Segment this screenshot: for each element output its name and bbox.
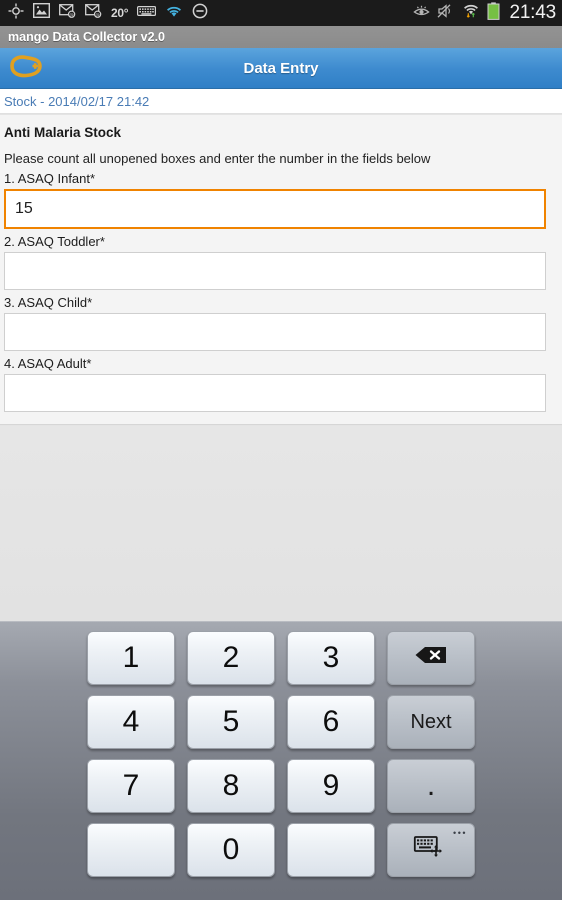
- email-attachment-icon: @: [85, 3, 102, 23]
- keyboard-switch-icon: [412, 834, 450, 866]
- field-block-3: 3. ASAQ Child*: [0, 290, 562, 351]
- form-container: Anti Malaria Stock Please count all unop…: [0, 115, 562, 425]
- keyboard-row-4: 0 •••: [0, 823, 562, 877]
- numeric-keyboard: 1 2 3 4 5 6 Next 7 8 9 . 0 •••: [0, 621, 562, 900]
- record-label: Stock - 2014/02/17 21:42: [4, 93, 150, 109]
- status-bar-clock: 21:43: [509, 2, 556, 23]
- key-4[interactable]: 4: [87, 695, 175, 749]
- android-status-bar: @ @ 20° 21:43: [0, 0, 562, 26]
- do-not-disturb-icon: [192, 3, 208, 24]
- email-attachment-icon: @: [59, 3, 76, 23]
- key-7[interactable]: 7: [87, 759, 175, 813]
- svg-text:@: @: [70, 12, 74, 17]
- key-3[interactable]: 3: [287, 631, 375, 685]
- keyboard-icon: [137, 4, 157, 22]
- app-title-bar: mango Data Collector v2.0: [0, 26, 562, 48]
- form-description: Please count all unopened boxes and ente…: [4, 151, 431, 166]
- field-input-asaq-child[interactable]: [4, 313, 546, 351]
- backspace-icon: [414, 645, 448, 671]
- field-label-asaq-toddler: 2. ASAQ Toddler*: [4, 234, 105, 249]
- mango-logo-icon: [7, 53, 45, 84]
- keyboard-row-1: 1 2 3: [0, 631, 562, 685]
- smart-stay-eye-icon: [413, 4, 431, 22]
- backspace-key[interactable]: [387, 631, 475, 685]
- keyboard-settings-key[interactable]: •••: [387, 823, 475, 877]
- wifi-icon: [165, 4, 183, 23]
- field-label-asaq-child: 3. ASAQ Child*: [4, 295, 93, 310]
- field-block-1: 1. ASAQ Infant* 15: [0, 166, 562, 229]
- keyboard-row-2: 4 5 6 Next: [0, 695, 562, 749]
- screen: @ @ 20° 21:43 mango Data Collector v2.0 …: [0, 0, 562, 900]
- key-0[interactable]: 0: [187, 823, 275, 877]
- svg-text:@: @: [96, 12, 100, 17]
- field-block-2: 2. ASAQ Toddler*: [0, 229, 562, 290]
- field-label-asaq-infant: 1. ASAQ Infant*: [4, 171, 96, 186]
- battery-icon: [487, 1, 500, 25]
- app-title: mango Data Collector v2.0: [8, 30, 165, 44]
- blank-key-left[interactable]: [87, 823, 175, 877]
- mango-logo-button[interactable]: [0, 53, 52, 84]
- status-bar-left-icons: @ @ 20°: [8, 2, 208, 24]
- field-input-asaq-toddler[interactable]: [4, 252, 546, 290]
- content-empty-area: [0, 426, 562, 621]
- key-5[interactable]: 5: [187, 695, 275, 749]
- key-2[interactable]: 2: [187, 631, 275, 685]
- blank-key-right[interactable]: [287, 823, 375, 877]
- period-key[interactable]: .: [387, 759, 475, 813]
- key-8[interactable]: 8: [187, 759, 275, 813]
- field-input-asaq-infant[interactable]: 15: [4, 189, 546, 229]
- wifi-transfer-icon: [462, 3, 480, 23]
- page-title: Data Entry: [243, 59, 319, 77]
- key-6[interactable]: 6: [287, 695, 375, 749]
- key-1[interactable]: 1: [87, 631, 175, 685]
- field-input-asaq-adult[interactable]: [4, 374, 546, 412]
- status-bar-right-icons: 21:43: [413, 1, 556, 25]
- form-section-title: Anti Malaria Stock: [4, 125, 122, 140]
- period-label: .: [426, 769, 436, 802]
- overflow-dots-icon: •••: [453, 828, 467, 838]
- temperature-indicator: 20°: [111, 6, 129, 20]
- action-bar: Data Entry: [0, 48, 562, 89]
- mute-vibrate-icon: [437, 3, 455, 23]
- gps-crosshair-icon: [8, 3, 24, 24]
- photo-icon: [32, 2, 51, 23]
- keyboard-row-3: 7 8 9 .: [0, 759, 562, 813]
- keyboard-rows: 1 2 3 4 5 6 Next 7 8 9 . 0 •••: [0, 622, 562, 877]
- next-key[interactable]: Next: [387, 695, 475, 749]
- record-subheader: Stock - 2014/02/17 21:42: [0, 89, 562, 114]
- field-block-4: 4. ASAQ Adult*: [0, 351, 562, 412]
- key-9[interactable]: 9: [287, 759, 375, 813]
- field-label-asaq-adult: 4. ASAQ Adult*: [4, 356, 92, 371]
